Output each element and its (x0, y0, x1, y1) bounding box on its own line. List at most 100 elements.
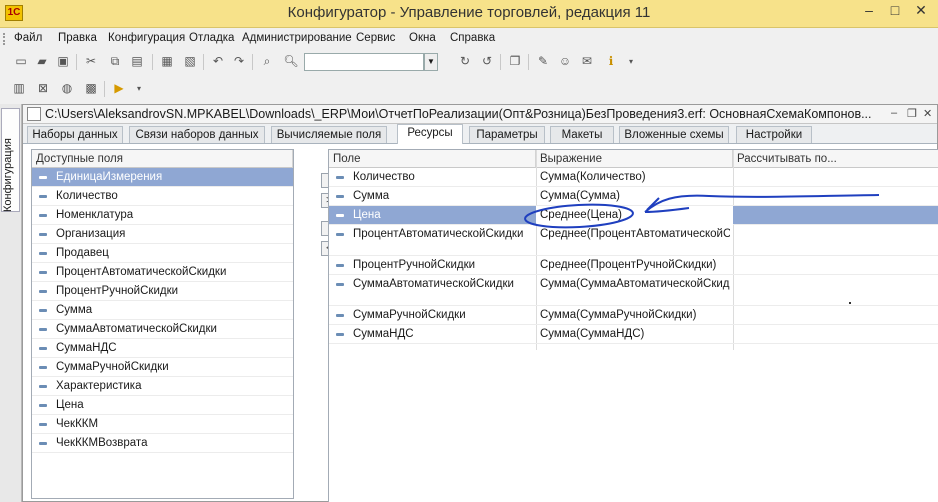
compare-config-icon[interactable]: ⊠ (34, 80, 52, 97)
list-item[interactable]: Продавец (32, 244, 293, 263)
side-tab-label: Конфигурация (2, 138, 14, 212)
field-icon (39, 423, 47, 426)
field-icon (39, 442, 47, 445)
list-item[interactable]: Номенклатура (32, 206, 293, 225)
field-icon (39, 252, 47, 255)
list-item[interactable]: СуммаНДС (32, 339, 293, 358)
resource-icon (336, 333, 344, 336)
cell-field[interactable]: СуммаНДС (353, 325, 533, 344)
table-row[interactable]: СуммаРучнойСкидки Сумма(СуммаРучнойСкидки… (329, 306, 938, 325)
menu-help[interactable]: Справка (450, 32, 495, 44)
list-item[interactable]: СуммаАвтоматическойСкидки (32, 320, 293, 339)
tab-resources[interactable]: Ресурсы (397, 124, 463, 144)
cell-field[interactable]: СуммаАвтоматическойСкидки (353, 275, 533, 294)
tab-parameters[interactable]: Параметры (469, 126, 545, 143)
tab-nested-schemes[interactable]: Вложенные схемы (619, 126, 729, 143)
notes-icon[interactable]: ✉ (578, 53, 596, 70)
undo-icon[interactable]: ↶ (209, 53, 227, 70)
cell-expression[interactable]: Сумма(СуммаРучнойСкидки) (540, 306, 730, 325)
menu-debug[interactable]: Отладка (189, 32, 234, 44)
search-input[interactable] (304, 53, 424, 71)
tab-dataset-links[interactable]: Связи наборов данных (129, 126, 265, 143)
field-label: Продавец (56, 247, 109, 259)
windows-icon[interactable]: ❐ (506, 53, 524, 70)
search-icon[interactable]: 🔍︎ (282, 53, 300, 70)
copy-icon[interactable]: ⧉ (106, 53, 124, 70)
list-item[interactable]: СуммаРучнойСкидки (32, 358, 293, 377)
menu-bar: Файл Правка Конфигурация Отладка Админис… (0, 29, 938, 49)
field-label: Сумма (56, 304, 93, 316)
resource-icon (336, 283, 344, 286)
field-label: СуммаАвтоматическойСкидки (56, 323, 217, 335)
find-previous-icon[interactable]: ↺ (478, 53, 496, 70)
pen-annotation (524, 194, 880, 229)
doc-minimize-icon[interactable]: – (891, 107, 897, 119)
paste-icon[interactable]: ▤ (128, 53, 146, 70)
stray-dot (849, 302, 851, 304)
list-item[interactable]: Характеристика (32, 377, 293, 396)
update-db-icon[interactable]: ▩ (82, 80, 100, 97)
list-item[interactable]: Сумма (32, 301, 293, 320)
new-file-icon[interactable]: ▭ (12, 53, 30, 70)
redo-icon[interactable]: ↷ (230, 53, 248, 70)
print-icon[interactable]: ▦ (158, 53, 176, 70)
toolbar-options-icon[interactable]: ▾ (622, 53, 640, 70)
cell-field[interactable]: СуммаРучнойСкидки (353, 306, 533, 325)
field-icon (39, 195, 47, 198)
field-icon (39, 328, 47, 331)
open-config-icon[interactable]: ▥ (10, 80, 28, 97)
start-debug-icon[interactable]: ▶ (110, 80, 128, 97)
list-item[interactable]: Цена (32, 396, 293, 415)
tab-calculated-fields[interactable]: Вычисляемые поля (271, 126, 387, 143)
menu-service[interactable]: Сервис (356, 32, 395, 44)
database-icon[interactable]: ◍ (58, 80, 76, 97)
field-icon (39, 271, 47, 274)
menu-file[interactable]: Файл (14, 32, 42, 44)
list-item[interactable]: ПроцентРучнойСкидки (32, 282, 293, 301)
menu-administration[interactable]: Администрирование (242, 32, 352, 44)
minimize-icon[interactable]: – (858, 3, 880, 19)
assistant-icon[interactable]: ☺ (556, 53, 574, 70)
open-folder-icon[interactable]: ▰ (33, 53, 51, 70)
tab-settings[interactable]: Настройки (736, 126, 812, 143)
save-icon[interactable]: ▣ (54, 53, 72, 70)
field-icon (39, 214, 47, 217)
cut-icon[interactable]: ✂ (82, 53, 100, 70)
field-label: Номенклатура (56, 209, 134, 221)
list-item[interactable]: Организация (32, 225, 293, 244)
table-row[interactable]: СуммаАвтоматическойСкидки Сумма(СуммаАвто… (329, 275, 938, 306)
available-fields-panel: Доступные поля ЕдиницаИзмерения Количеств… (31, 149, 294, 499)
menu-configuration[interactable]: Конфигурация (108, 32, 185, 44)
find-next-icon[interactable]: ↻ (456, 53, 474, 70)
info-icon[interactable]: ℹ (602, 53, 620, 70)
menu-edit[interactable]: Правка (58, 32, 97, 44)
list-item[interactable]: ЕдиницаИзмерения (32, 168, 293, 187)
close-icon[interactable]: ✕ (910, 3, 932, 19)
main-toolbar: ▭ ▰ ▣ ✂ ⧉ ▤ ▦ ▧ ↶ ↷ ⌕ 🔍︎ ▼ ↻ ↺ ❐ ✎ ☺ ✉ ℹ… (0, 50, 938, 74)
chevron-down-icon[interactable]: ▼ (424, 53, 438, 71)
syntax-helper-icon[interactable]: ✎ (534, 53, 552, 70)
document-window: C:\Users\AleksandrovSN.MPKABEL\Downloads… (22, 104, 938, 502)
list-item[interactable]: Количество (32, 187, 293, 206)
maximize-icon[interactable]: □ (884, 3, 906, 19)
find-in-files-icon[interactable]: ⌕ (258, 53, 276, 70)
cell-expression[interactable]: Сумма(СуммаНДС) (540, 325, 730, 344)
grip-handle[interactable] (3, 33, 7, 45)
list-item[interactable]: ПроцентАвтоматическойСкидки (32, 263, 293, 282)
field-icon (39, 233, 47, 236)
cell-expression[interactable]: Сумма(СуммаАвтоматическойСкидк (540, 275, 730, 294)
document-title: C:\Users\AleksandrovSN.MPKABEL\Downloads… (45, 107, 872, 121)
doc-maximize-icon[interactable]: ❐ (907, 107, 917, 120)
doc-close-icon[interactable]: ✕ (923, 107, 932, 120)
print-preview-icon[interactable]: ▧ (181, 53, 199, 70)
debug-options-icon[interactable]: ▾ (130, 80, 148, 97)
table-row[interactable]: СуммаНДС Сумма(СуммаНДС) (329, 325, 938, 344)
list-item[interactable]: ЧекККМ (32, 415, 293, 434)
tab-datasets[interactable]: Наборы данных (27, 126, 123, 143)
list-item[interactable]: ЧекККМВозврата (32, 434, 293, 453)
config-side-panel: Конфигурация (0, 104, 22, 502)
resource-icon (336, 314, 344, 317)
menu-windows[interactable]: Окна (409, 32, 436, 44)
tab-layouts[interactable]: Макеты (550, 126, 614, 143)
tabs-row: Наборы данных Связи наборов данных Вычис… (23, 124, 937, 144)
